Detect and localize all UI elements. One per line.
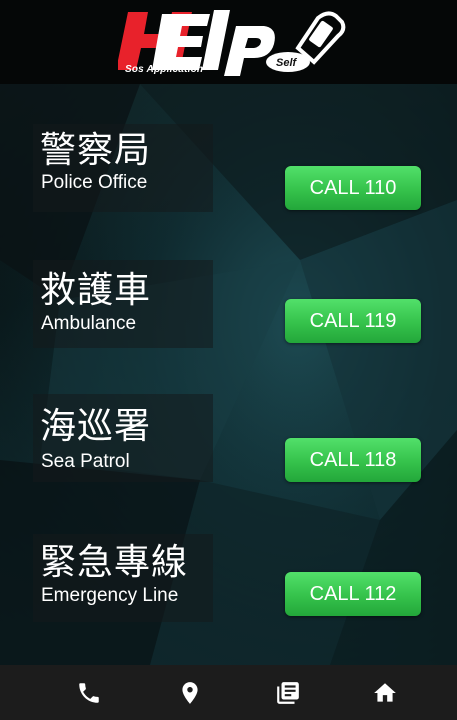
svg-text:Self: Self bbox=[276, 57, 298, 69]
service-name-zh: 警察局 bbox=[40, 129, 152, 170]
service-row-police: 警察局 Police Office CALL 110 bbox=[0, 118, 457, 238]
nav-phone[interactable] bbox=[59, 665, 119, 720]
nav-list[interactable] bbox=[258, 665, 318, 720]
call-ambulance-button[interactable]: CALL 119 bbox=[285, 299, 421, 343]
service-name-en: Ambulance bbox=[41, 313, 137, 334]
nav-home[interactable] bbox=[355, 665, 415, 720]
call-emergency-button[interactable]: CALL 112 bbox=[285, 572, 421, 616]
service-row-emergency: 緊急專線 Emergency Line CALL 112 bbox=[0, 530, 457, 650]
logo-tagline: Sos Application bbox=[125, 64, 204, 75]
service-name-en: Emergency Line bbox=[41, 585, 179, 606]
phone-icon bbox=[79, 683, 99, 703]
service-row-sea-patrol: 海巡署 Sea Patrol CALL 118 bbox=[0, 392, 457, 512]
app-screen: Self Sos Application 警察局 Police Office C… bbox=[0, 0, 457, 720]
service-name-zh: 緊急專線 bbox=[40, 541, 189, 582]
list-icon bbox=[277, 682, 299, 704]
call-sea-patrol-button[interactable]: CALL 118 bbox=[285, 438, 421, 482]
call-police-button[interactable]: CALL 110 bbox=[285, 166, 421, 210]
service-name-en: Police Office bbox=[41, 172, 148, 193]
nav-location[interactable] bbox=[160, 665, 220, 720]
service-name-zh: 海巡署 bbox=[40, 405, 152, 446]
app-header: Self Sos Application bbox=[0, 0, 457, 84]
service-name-en: Sea Patrol bbox=[41, 451, 130, 472]
location-pin-icon bbox=[182, 682, 198, 704]
service-row-ambulance: 救護車 Ambulance CALL 119 bbox=[0, 256, 457, 376]
home-icon bbox=[374, 683, 396, 702]
service-name-zh: 救護車 bbox=[40, 269, 152, 310]
bottom-nav-bar bbox=[0, 665, 457, 720]
